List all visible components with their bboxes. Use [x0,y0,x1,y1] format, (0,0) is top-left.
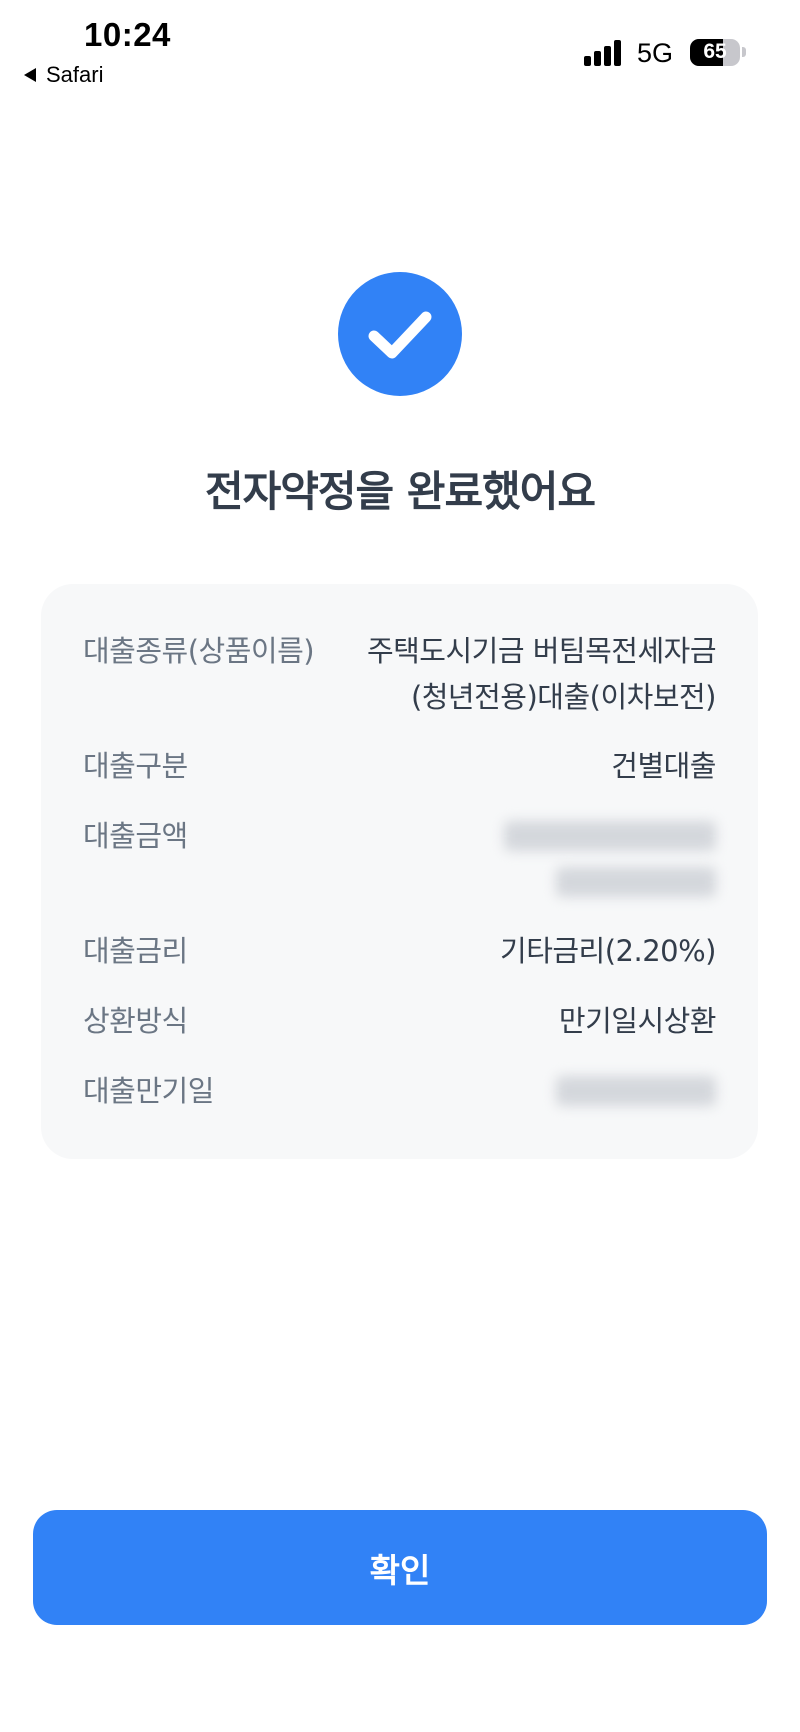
back-to-safari-link[interactable]: Safari [24,62,103,88]
detail-label: 대출금리 [83,934,188,968]
back-app-label: Safari [46,62,104,87]
detail-label: 상환방식 [83,1004,188,1038]
completion-headline: 전자약정을 완료했어요 [204,467,596,516]
loan-details-card: 대출종류(상품이름) 주택도시기금 버팀목전세자금 (청년전용)대출(이차보전)… [41,584,758,1159]
detail-row-maturity: 대출만기일 [83,1068,716,1114]
detail-row-product: 대출종류(상품이름) 주택도시기금 버팀목전세자금 (청년전용)대출(이차보전) [83,628,717,720]
redacted-amount-blur [556,867,716,897]
detail-row-repayment: 상환방식 만기일시상환 [83,998,717,1044]
confirm-button[interactable]: 확인 [33,1510,767,1625]
redacted-amount-blur [504,821,716,851]
signal-bars-icon [584,40,624,66]
detail-row-loan-type: 대출구분 건별대출 [83,743,716,789]
detail-value: 만기일시상환 [558,1004,717,1038]
detail-label: 대출종류(상품이름) [83,634,315,668]
battery-icon: 65 [690,39,740,66]
battery-nub [742,47,746,57]
detail-value: 주택도시기금 버팀목전세자금 (청년전용)대출(이차보전) [366,628,717,720]
status-time: 10:24 [84,16,171,53]
battery-level: 65 [703,40,727,63]
detail-row-loan-amount: 대출금액 [83,813,716,905]
network-type: 5G [637,38,674,68]
detail-value-redacted [504,813,716,905]
detail-value: 건별대출 [611,749,716,783]
detail-value-line: (청년전용)대출(이차보전) [410,680,717,714]
detail-value: 기타금리(2.20%) [500,934,716,968]
detail-label: 대출금액 [83,819,188,853]
detail-value-redacted [556,1068,716,1114]
detail-label: 대출만기일 [83,1074,214,1108]
detail-value-line: 주택도시기금 버팀목전세자금 [366,634,717,668]
status-bar: 10:24 Safari 5G 65 [0,0,800,100]
check-circle-icon [338,272,462,396]
back-triangle-icon [24,68,36,82]
detail-label: 대출구분 [83,749,188,783]
detail-row-interest-rate: 대출금리 기타금리(2.20%) [83,928,716,974]
redacted-date-blur [556,1076,716,1106]
